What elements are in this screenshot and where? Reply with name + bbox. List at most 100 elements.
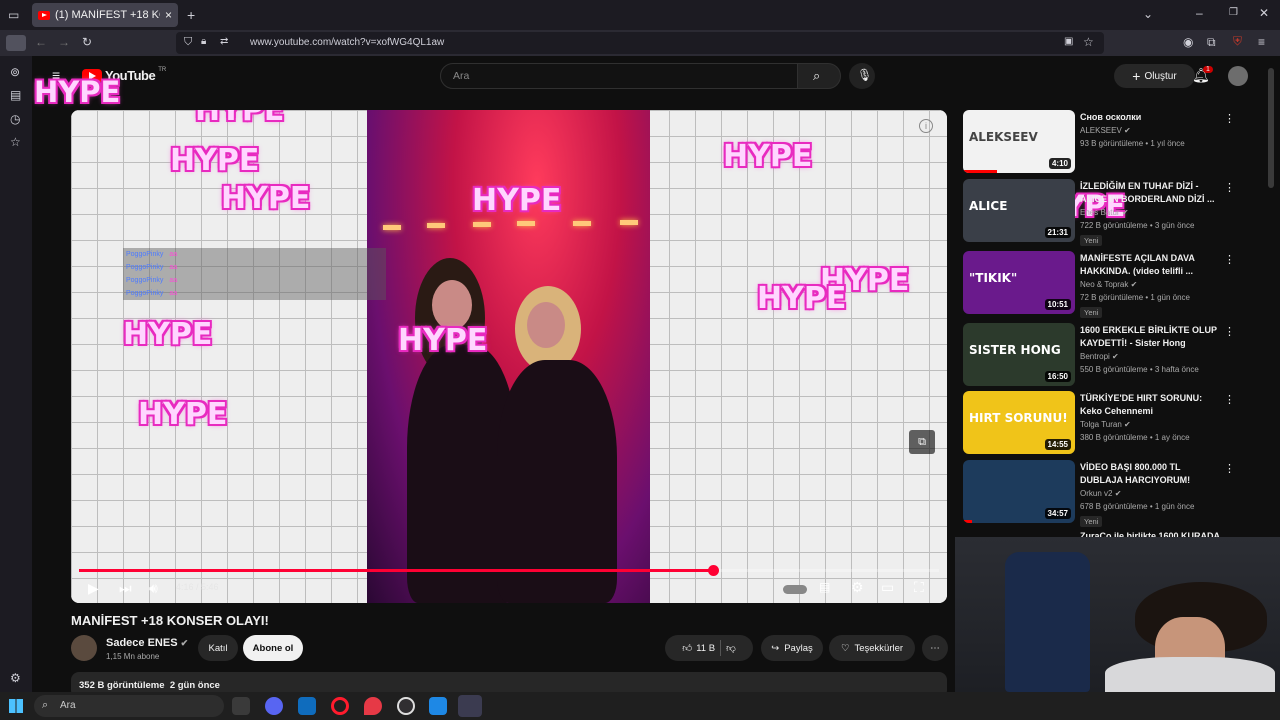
- opera-icon[interactable]: [331, 697, 349, 715]
- url-bar[interactable]: ⛉ 🔒︎ ⇄ www.youtube.com/watch?v=xofWG4QL1…: [176, 32, 1104, 54]
- lock-icon[interactable]: 🔒︎: [201, 37, 206, 47]
- url-text[interactable]: www.youtube.com/watch?v=xofWG4QL1aw: [250, 37, 444, 48]
- search-button[interactable]: ⌕: [797, 63, 841, 89]
- forward-icon[interactable]: →: [58, 36, 70, 48]
- user-avatar[interactable]: [1228, 66, 1248, 86]
- taskbar-search[interactable]: ⌕ Ara: [34, 695, 224, 717]
- recommendation-thumbnail[interactable]: "TIKIK" 10:51: [963, 251, 1075, 314]
- progress-bar[interactable]: [79, 565, 939, 576]
- page-scrollbar[interactable]: [1268, 68, 1274, 188]
- recommendation-channel[interactable]: ALEKSEEV ✔: [1080, 126, 1131, 135]
- recommendation-card[interactable]: "TIKIK" 10:51 MANİFESTE AÇILAN DAVA HAKK…: [963, 251, 1243, 318]
- more-actions-button[interactable]: ⋯: [922, 635, 948, 661]
- new-tab-icon[interactable]: +: [187, 8, 195, 22]
- info-icon[interactable]: i: [919, 119, 933, 133]
- create-button[interactable]: + Oluştur: [1114, 64, 1195, 88]
- history-icon[interactable]: ◷: [10, 113, 20, 125]
- firefox-icon[interactable]: [458, 695, 482, 717]
- settings-icon[interactable]: ⚙: [851, 580, 864, 594]
- theater-mode-icon[interactable]: ▭: [881, 580, 894, 594]
- like-button[interactable]: 👍︎ 11 B: [682, 642, 715, 655]
- progress-scrubber[interactable]: [707, 565, 719, 576]
- outlook-icon[interactable]: [298, 697, 316, 715]
- ublock-icon[interactable]: ⛨: [1233, 35, 1242, 47]
- recommendation-card[interactable]: ALICE 21:31 İZLEDİĞİM EN TUHAF DİZİ - AL…: [963, 179, 1243, 246]
- volume-icon[interactable]: 🔊︎: [149, 581, 158, 595]
- description-box[interactable]: 352 B görüntüleme 2 gün önce: [71, 672, 947, 692]
- channel-avatar[interactable]: [71, 635, 97, 661]
- subtitles-icon[interactable]: ▤: [819, 581, 830, 593]
- more-vert-icon[interactable]: ⋮: [1224, 393, 1235, 406]
- tab-overview-icon[interactable]: ▭: [8, 9, 19, 21]
- back-icon[interactable]: ←: [35, 36, 47, 48]
- thumbs-down-icon[interactable]: 👎︎: [726, 642, 736, 654]
- tab-close-icon[interactable]: ×: [165, 8, 172, 22]
- recommendation-channel[interactable]: Enes Batur ✔: [1080, 208, 1129, 217]
- browser-tab-active[interactable]: (1) MANİFEST +18 KONSER OLAYI ×: [32, 3, 178, 27]
- thanks-button[interactable]: ♡ Teşekkürler: [829, 635, 915, 661]
- subscribe-button[interactable]: Abone ol: [243, 635, 303, 661]
- recommendation-channel[interactable]: Neo & Toprak ✔: [1080, 280, 1137, 289]
- more-vert-icon[interactable]: ⋮: [1224, 253, 1235, 266]
- recommendation-channel[interactable]: Orkun v2 ✔: [1080, 489, 1121, 498]
- windows-start-icon[interactable]: [9, 699, 23, 713]
- recommendation-card[interactable]: HIRT SORUNU! 14:55 TÜRKİYE'DE HIRT SORUN…: [963, 391, 1243, 457]
- discord-icon[interactable]: [265, 697, 283, 715]
- voice-search-button[interactable]: 🎙︎: [849, 63, 875, 89]
- recommendation-thumbnail[interactable]: SISTER HONG 16:50: [963, 323, 1075, 386]
- app-window-icon[interactable]: [429, 697, 447, 715]
- recommendation-thumbnail[interactable]: ALEKSEEV 4:10: [963, 110, 1075, 173]
- play-icon[interactable]: ▶: [88, 581, 99, 595]
- account-icon[interactable]: ◉: [1183, 36, 1193, 48]
- recommendation-card[interactable]: ALEKSEEV 4:10 Снов осколки ALEKSEEV ✔ 93…: [963, 110, 1243, 176]
- permissions-icon[interactable]: ⇄: [220, 37, 228, 47]
- autoplay-toggle[interactable]: [783, 585, 807, 594]
- next-icon[interactable]: ⏭︎: [119, 581, 132, 595]
- recommendation-title[interactable]: İZLEDİĞİM EN TUHAF DİZİ - ALICE IN BORDE…: [1080, 180, 1220, 206]
- gaming-chair: [1005, 552, 1090, 692]
- shield-icon[interactable]: ⛉: [184, 37, 192, 48]
- window-close-icon[interactable]: ✕: [1259, 7, 1269, 19]
- join-button[interactable]: Katıl: [198, 635, 238, 661]
- recommendation-channel[interactable]: Tolga Turan ✔: [1080, 420, 1131, 429]
- recommendation-thumbnail[interactable]: ALICE 21:31: [963, 179, 1075, 242]
- ai-chat-icon[interactable]: ⊚: [10, 66, 20, 78]
- recommendation-channel[interactable]: Bentropi ✔: [1080, 352, 1119, 361]
- chat-message: aa: [169, 290, 178, 297]
- thanks-label: Teşekkürler: [854, 642, 904, 654]
- more-vert-icon[interactable]: ⋮: [1224, 112, 1235, 125]
- fullscreen-icon[interactable]: ⛶: [914, 580, 924, 594]
- more-vert-icon[interactable]: ⋮: [1224, 462, 1235, 475]
- share-button[interactable]: ↪ Paylaş: [761, 635, 823, 661]
- recommendation-title[interactable]: MANİFESTE AÇILAN DAVA HAKKINDA. (video t…: [1080, 252, 1220, 278]
- maximize-icon[interactable]: ❐: [1229, 8, 1238, 18]
- recommendation-thumbnail[interactable]: 34:57: [963, 460, 1075, 523]
- obs-icon[interactable]: [397, 697, 415, 715]
- task-view-icon[interactable]: [232, 697, 250, 715]
- tab-list-chevron-icon[interactable]: ⌄: [1143, 8, 1153, 20]
- bookmarks-icon[interactable]: ☆: [10, 136, 21, 148]
- minimize-icon[interactable]: –: [1196, 7, 1203, 19]
- recommendation-title[interactable]: Снов осколки: [1080, 111, 1220, 124]
- menu-icon[interactable]: ≡: [1258, 36, 1265, 48]
- channel-name[interactable]: Sadece ENES ✔: [106, 637, 188, 649]
- more-vert-icon[interactable]: ⋮: [1224, 181, 1235, 194]
- sidebar-settings-icon[interactable]: ⚙: [10, 672, 21, 684]
- search-input[interactable]: Ara: [440, 63, 798, 89]
- recommendation-title[interactable]: 1600 ERKEKLE BİRLİKTE OLUP KAYDETTİ! - S…: [1080, 324, 1220, 350]
- recommendation-card[interactable]: SISTER HONG 16:50 1600 ERKEKLE BİRLİKTE …: [963, 323, 1243, 389]
- recommendation-title[interactable]: TÜRKİYE'DE HIRT SORUNU: Keko Cehennemi: [1080, 392, 1220, 418]
- recommendation-card[interactable]: 34:57 VİDEO BAŞI 800.000 TL DUBLAJA HARC…: [963, 460, 1243, 527]
- bookmark-star-icon[interactable]: ☆: [1083, 36, 1094, 48]
- recommendation-title[interactable]: VİDEO BAŞI 800.000 TL DUBLAJA HARCIYORUM…: [1080, 461, 1220, 487]
- sidebar-toggle-icon[interactable]: [6, 35, 26, 51]
- pip-toggle-icon[interactable]: ⧉: [909, 430, 935, 454]
- synced-tabs-icon[interactable]: ▤: [10, 89, 21, 101]
- recommendation-thumbnail[interactable]: HIRT SORUNU! 14:55: [963, 391, 1075, 454]
- reload-icon[interactable]: ↻: [82, 36, 92, 48]
- more-vert-icon[interactable]: ⋮: [1224, 325, 1235, 338]
- pip-icon[interactable]: ▣: [1064, 37, 1073, 47]
- maps-pin-icon[interactable]: [364, 697, 382, 715]
- extensions-icon[interactable]: ⧉: [1207, 36, 1216, 48]
- video-player[interactable]: HYPE HYPE HYPE HYPE HYPE HYPE HYPE HYPE …: [71, 110, 947, 603]
